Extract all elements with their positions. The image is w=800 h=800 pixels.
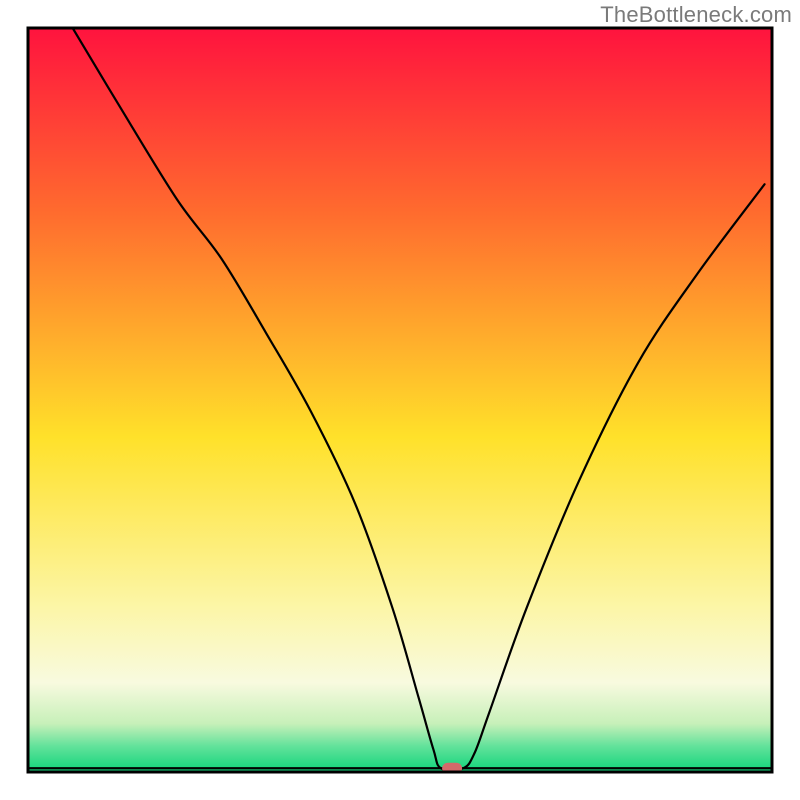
watermark-text: TheBottleneck.com [600,2,792,28]
chart-container: TheBottleneck.com [0,0,800,800]
bottleneck-chart [0,0,800,800]
